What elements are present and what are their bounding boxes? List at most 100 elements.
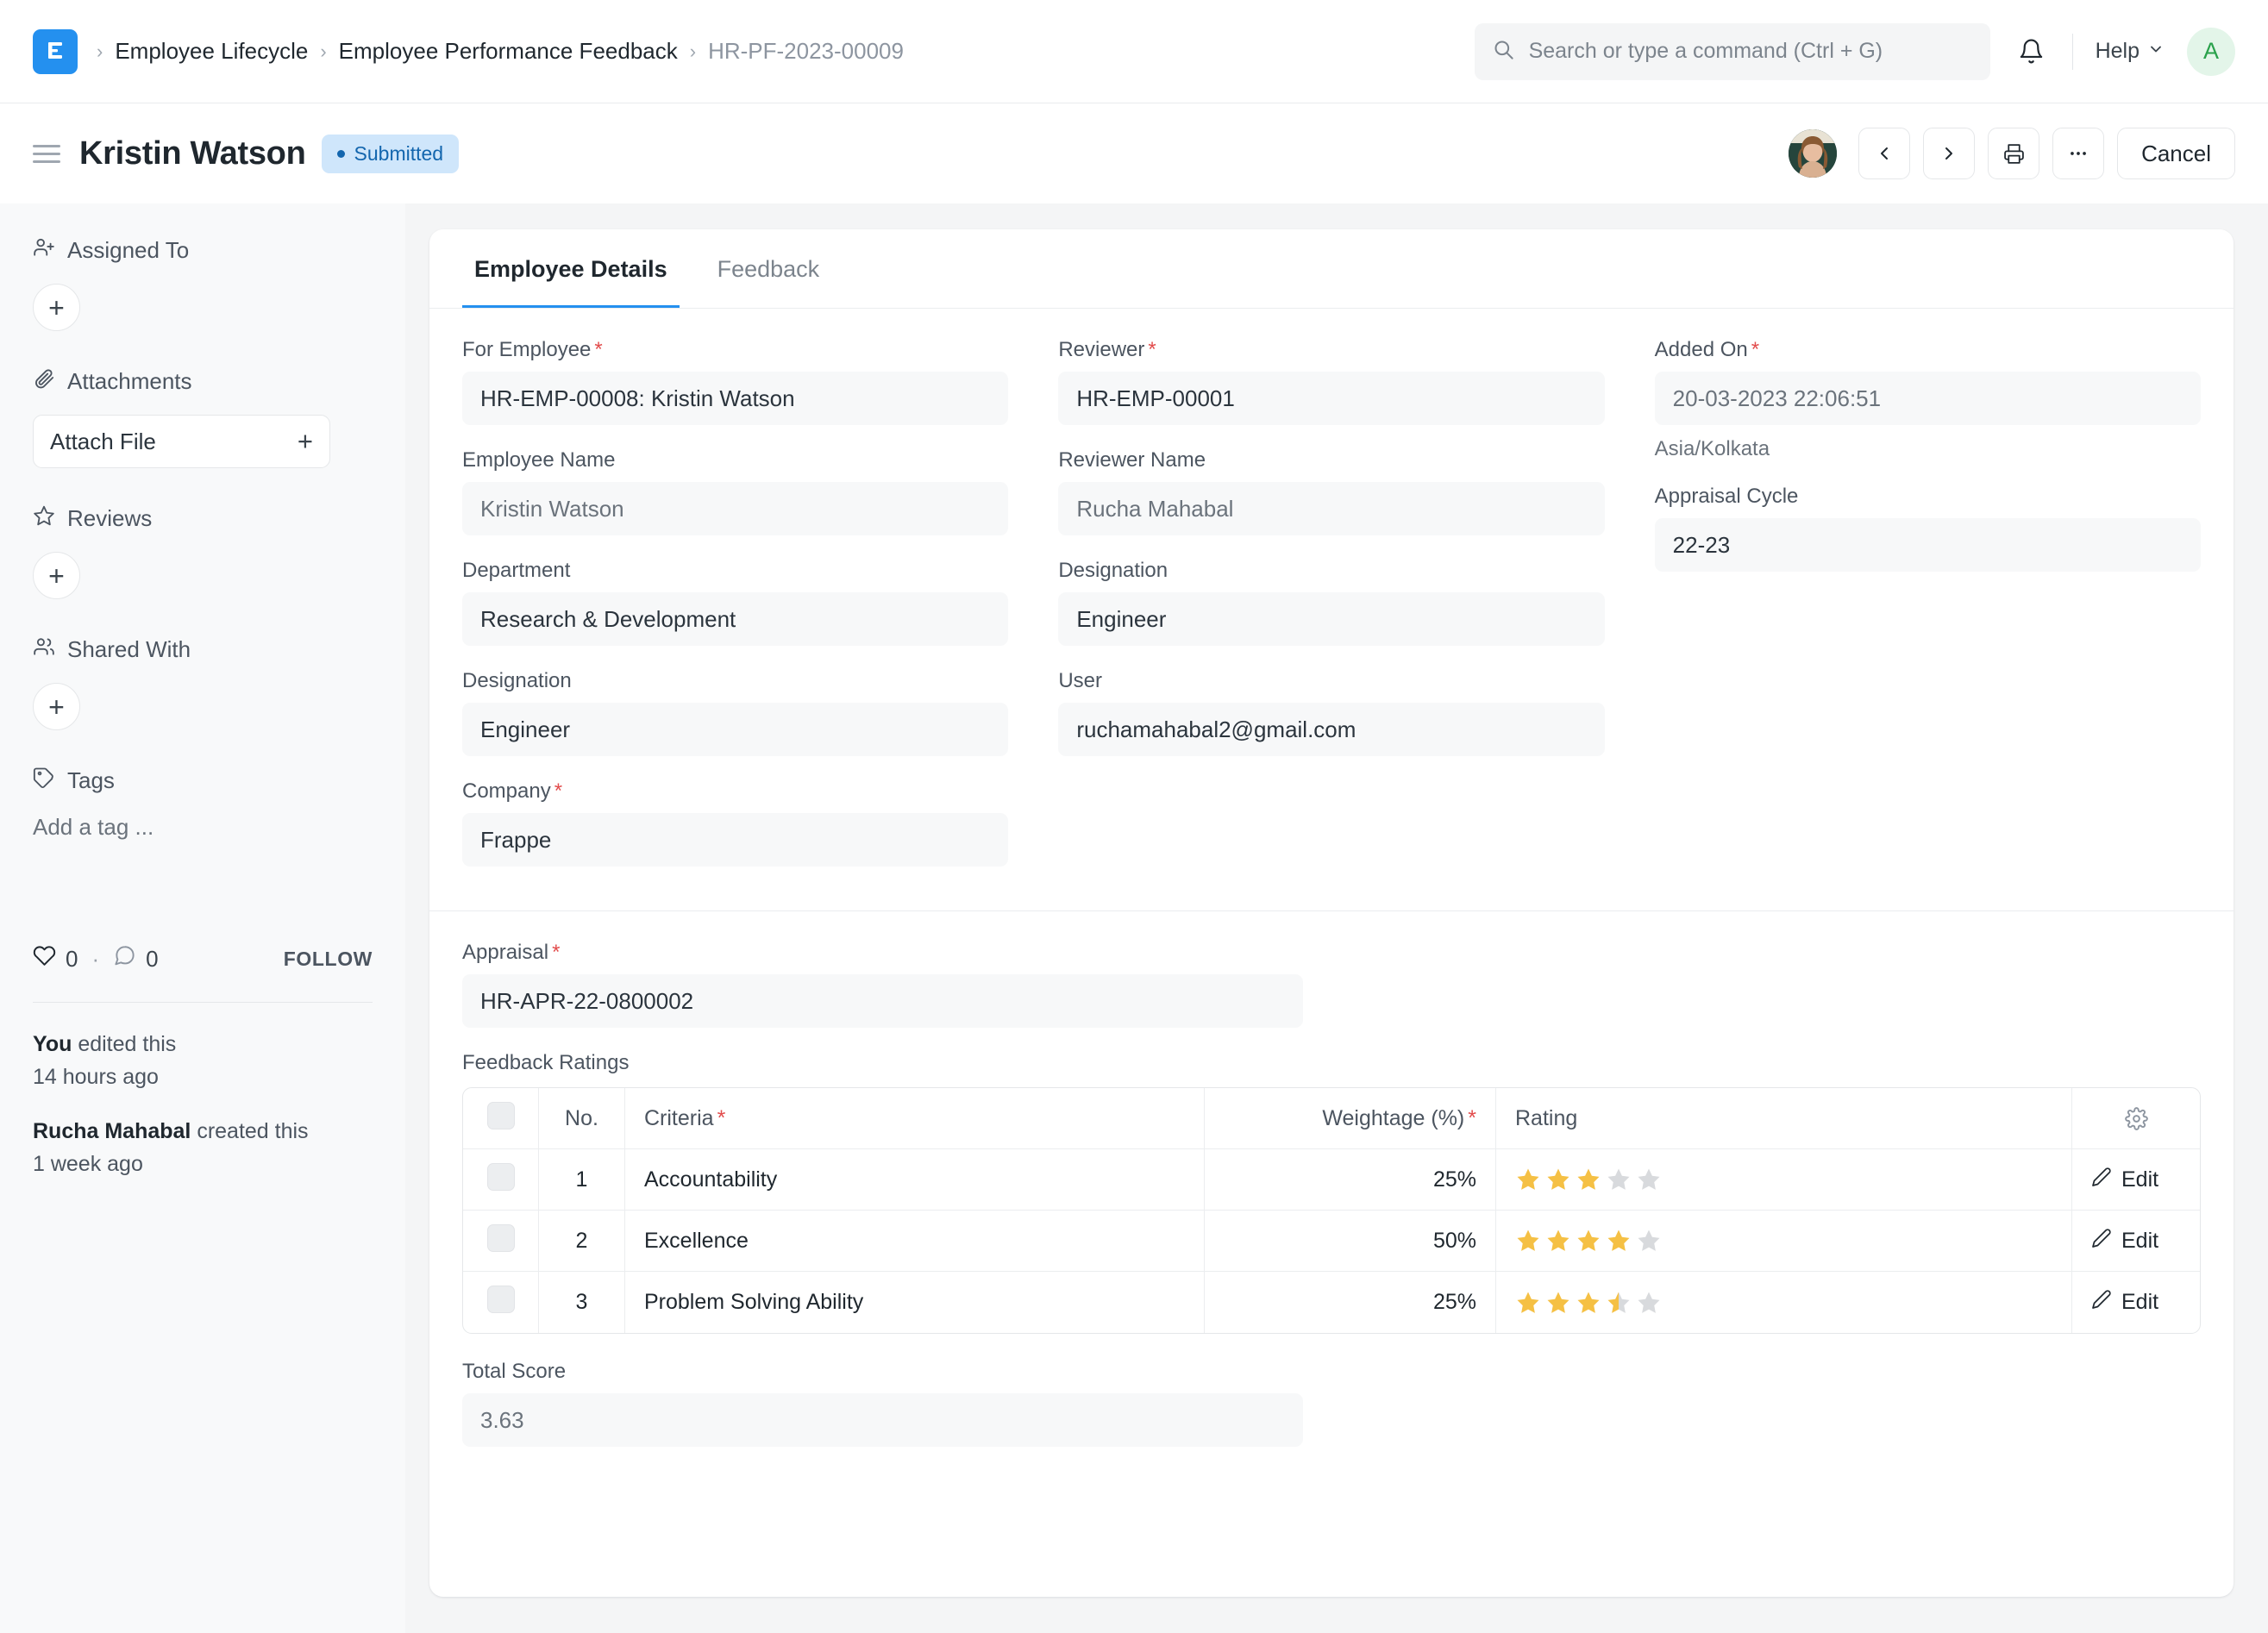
- add-tag-input[interactable]: Add a tag ...: [33, 814, 373, 841]
- row-rating-cell[interactable]: [1496, 1272, 2072, 1333]
- gear-icon[interactable]: [2091, 1106, 2181, 1130]
- tab-feedback[interactable]: Feedback: [705, 229, 832, 308]
- feedback-ratings-table: No. Criteria * Weightage (%) * Rating 1 Acc…: [462, 1087, 2201, 1334]
- user-photo-avatar[interactable]: [1789, 129, 1838, 178]
- next-document-button[interactable]: [1923, 128, 1976, 179]
- select-all-checkbox[interactable]: [486, 1101, 515, 1129]
- field-company: Company * Frappe: [462, 779, 1009, 867]
- add-review-button[interactable]: +: [33, 552, 80, 599]
- row-checkbox[interactable]: [486, 1286, 515, 1313]
- row-weightage-cell[interactable]: 50%: [1205, 1211, 1496, 1272]
- for-employee-input[interactable]: HR-EMP-00008: Kristin Watson: [462, 372, 1009, 425]
- added-on-input[interactable]: 20-03-2023 22:06:51: [1654, 372, 2201, 425]
- row-rating-cell[interactable]: [1496, 1211, 2072, 1272]
- add-share-button[interactable]: +: [33, 683, 80, 730]
- company-input[interactable]: Frappe: [462, 813, 1009, 867]
- search-placeholder: Search or type a command (Ctrl + G): [1528, 39, 1883, 63]
- search-input[interactable]: Search or type a command (Ctrl + G): [1474, 22, 1990, 80]
- tab-employee-details[interactable]: Employee Details: [462, 229, 680, 308]
- hamburger-menu-icon[interactable]: [33, 144, 60, 163]
- frappe-logo-icon[interactable]: [33, 28, 78, 74]
- sidebar-section-assigned-to: Assigned To +: [33, 236, 373, 331]
- edit-label: Edit: [2121, 1290, 2159, 1314]
- timezone-helper-text: Asia/Kolkata: [1654, 437, 1770, 460]
- employee-name-input[interactable]: Kristin Watson: [462, 482, 1009, 535]
- row-criteria-cell[interactable]: Excellence: [625, 1211, 1205, 1272]
- chevron-down-icon: [2147, 39, 2165, 64]
- avatar[interactable]: A: [2187, 27, 2235, 76]
- appraisal-label: Appraisal *: [462, 941, 561, 964]
- row-checkbox[interactable]: [486, 1223, 515, 1252]
- breadcrumb-item-employee-lifecycle[interactable]: Employee Lifecycle: [115, 38, 308, 65]
- feedback-ratings-body: 1 Accountability 25% Edit 2 Excellence 50% Edit…: [463, 1149, 2200, 1333]
- star-rating[interactable]: [1515, 1167, 2052, 1192]
- appraisal-cycle-input[interactable]: 22-23: [1654, 518, 2201, 572]
- social-stats-row: 0 · 0 FOLLOW: [33, 944, 373, 973]
- shared-with-header: Shared With: [33, 635, 373, 664]
- row-weightage-cell[interactable]: 25%: [1205, 1272, 1496, 1333]
- appraisal-input[interactable]: HR-APR-22-0800002: [462, 974, 1303, 1028]
- table-row: 3 Problem Solving Ability 25% Edit: [463, 1272, 2200, 1333]
- search-icon: [1492, 38, 1515, 66]
- reviewer-name-input[interactable]: Rucha Mahabal: [1058, 482, 1605, 535]
- employee-details-form: For Employee * HR-EMP-00008: Kristin Wats…: [429, 309, 2234, 890]
- required-asterisk: *: [717, 1105, 726, 1130]
- required-asterisk: *: [594, 338, 603, 361]
- appraisal-cycle-label: Appraisal Cycle: [1654, 485, 1799, 508]
- edit-row-button[interactable]: Edit: [2091, 1167, 2181, 1193]
- edit-row-button[interactable]: Edit: [2091, 1228, 2181, 1254]
- status-badge: Submitted: [321, 134, 460, 173]
- row-select-cell: [463, 1272, 539, 1333]
- breadcrumb-item-employee-performance-feedback[interactable]: Employee Performance Feedback: [339, 38, 678, 65]
- star-rating[interactable]: [1515, 1228, 2052, 1254]
- row-checkbox[interactable]: [486, 1162, 515, 1191]
- sidebar-section-reviews: Reviews +: [33, 504, 373, 599]
- field-employee-name: Employee Name Kristin Watson: [462, 448, 1009, 535]
- total-score-input[interactable]: 3.63: [462, 1393, 1303, 1447]
- form-column-middle: Reviewer * HR-EMP-00001 Reviewer Name Ruc…: [1058, 338, 1605, 890]
- attach-file-button[interactable]: Attach File +: [33, 415, 330, 468]
- comment-icon: [113, 944, 136, 973]
- tags-label: Tags: [67, 767, 115, 793]
- follow-button[interactable]: FOLLOW: [284, 948, 373, 971]
- field-designation-middle: Designation Engineer: [1058, 559, 1605, 646]
- row-rating-cell[interactable]: [1496, 1149, 2072, 1211]
- form-column-right: Added On * 20-03-2023 22:06:51 Asia/Kolka…: [1654, 338, 2201, 890]
- tag-icon: [33, 766, 55, 795]
- like-button[interactable]: 0: [33, 944, 78, 973]
- designation-input[interactable]: Engineer: [1058, 592, 1605, 646]
- prev-document-button[interactable]: [1858, 128, 1911, 179]
- row-index-cell: 1: [539, 1149, 625, 1211]
- reviews-header: Reviews: [33, 504, 373, 533]
- row-actions-cell: Edit: [2072, 1272, 2200, 1333]
- user-input[interactable]: ruchamahabal2@gmail.com: [1058, 703, 1605, 756]
- help-menu[interactable]: Help: [2096, 39, 2165, 64]
- sidebar-divider: [33, 1002, 373, 1003]
- user-plus-icon: [33, 236, 55, 265]
- row-criteria-cell[interactable]: Problem Solving Ability: [625, 1272, 1205, 1333]
- edit-label: Edit: [2121, 1167, 2159, 1192]
- comment-count: 0: [146, 945, 159, 972]
- reviewer-input[interactable]: HR-EMP-00001: [1058, 372, 1605, 425]
- table-row: 1 Accountability 25% Edit: [463, 1149, 2200, 1211]
- row-weightage-cell[interactable]: 25%: [1205, 1149, 1496, 1211]
- add-assignment-button[interactable]: +: [33, 284, 80, 331]
- cancel-button[interactable]: Cancel: [2117, 128, 2235, 179]
- shared-with-label: Shared With: [67, 636, 191, 662]
- navbar-actions: Search or type a command (Ctrl + G) Help…: [1474, 22, 2235, 80]
- bell-icon[interactable]: [2013, 33, 2050, 70]
- star-outline-icon: [33, 504, 55, 533]
- more-options-button[interactable]: [2052, 128, 2105, 179]
- row-criteria-cell[interactable]: Accountability: [625, 1149, 1205, 1211]
- printer-icon[interactable]: [1988, 128, 2040, 179]
- required-asterisk: *: [1468, 1105, 1476, 1130]
- department-input[interactable]: Research & Development: [462, 592, 1009, 646]
- required-asterisk: *: [552, 941, 561, 964]
- edit-row-button[interactable]: Edit: [2091, 1289, 2181, 1316]
- plus-icon: +: [297, 426, 313, 456]
- designation-input[interactable]: Engineer: [462, 703, 1009, 756]
- star-rating[interactable]: [1515, 1290, 2052, 1316]
- column-header-settings: [2072, 1088, 2200, 1149]
- activity-actor: Rucha Mahabal: [33, 1119, 191, 1143]
- comment-button[interactable]: 0: [113, 944, 159, 973]
